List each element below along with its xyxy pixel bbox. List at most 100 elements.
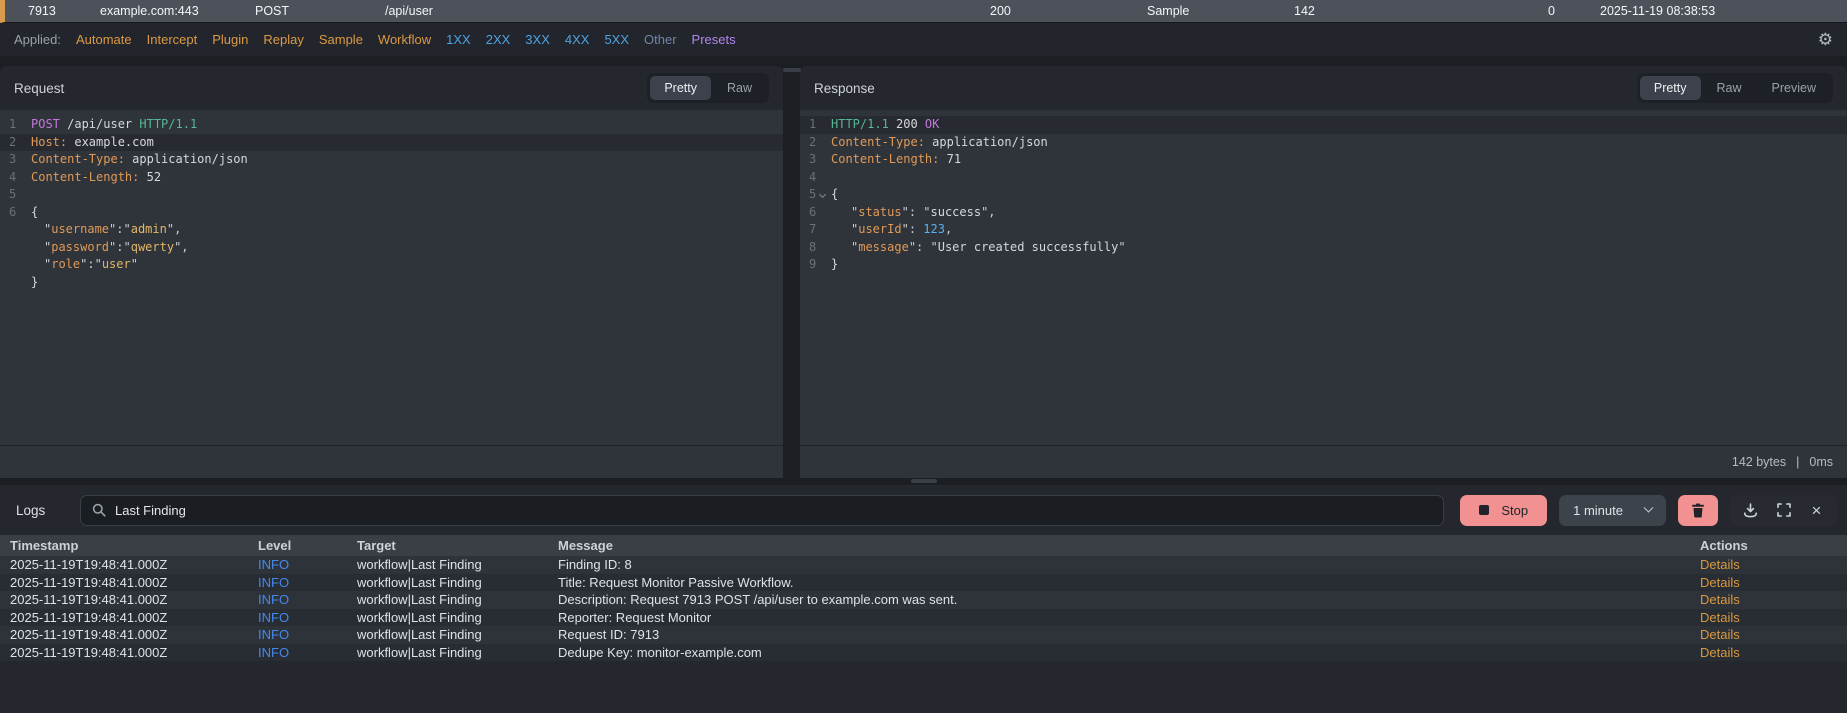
log-table-body: 2025-11-19T19:48:41.000Z INFO workflow|L… [0, 556, 1847, 661]
filter-1xx[interactable]: 1XX [446, 32, 471, 47]
logs-toolbar-group: × [1730, 494, 1837, 526]
code-line: 6 { [0, 204, 783, 222]
response-size: 142 bytes [1731, 455, 1787, 469]
code-line-wrapped: "role":"user" [44, 257, 138, 271]
stop-button[interactable]: Stop [1460, 494, 1548, 526]
code-line-wrapped: "password":"qwerty", [44, 239, 189, 254]
filter-presets[interactable]: Presets [692, 32, 736, 47]
log-message: Reporter: Request Monitor [558, 609, 712, 625]
request-panel-header: Request Pretty Raw [0, 66, 783, 110]
details-link[interactable]: Details [1700, 610, 1847, 625]
filter-2xx[interactable]: 2XX [486, 32, 511, 47]
header-name: Host: [31, 134, 68, 149]
download-button[interactable] [1734, 495, 1767, 526]
json-value: success [930, 204, 982, 219]
details-link[interactable]: Details [1700, 557, 1847, 572]
request-editor[interactable]: 1 POST /api/user HTTP/1.1 2 Host: exampl… [0, 110, 783, 445]
filter-workflow[interactable]: Workflow [378, 32, 431, 47]
filter-5xx[interactable]: 5XX [604, 32, 629, 47]
fold-chevron-icon[interactable] [818, 190, 827, 199]
col-level: Level [258, 538, 292, 553]
json-value: User created successfully [937, 239, 1119, 254]
close-button[interactable]: × [1800, 495, 1833, 526]
line-number: 6 [9, 204, 17, 219]
fullscreen-button[interactable] [1767, 495, 1800, 526]
line-number: 3 [9, 152, 17, 166]
logs-panel: Logs Stop 1 minute [0, 485, 1847, 713]
details-link[interactable]: Details [1700, 575, 1847, 590]
response-tab-pretty[interactable]: Pretty [1639, 76, 1701, 100]
col-actions: Actions [1700, 538, 1748, 553]
log-target: workflow|Last Finding [357, 644, 482, 660]
log-target: workflow|Last Finding [357, 609, 482, 625]
http-path: /api/user [59, 117, 133, 131]
header-name: Content-Length: [831, 152, 940, 166]
response-view-toggle: Pretty Raw Preview [1636, 73, 1833, 103]
stop-icon [1479, 505, 1490, 515]
interval-select[interactable]: 1 minute [1559, 494, 1666, 526]
code-line: 3 Content-Type: application/json [0, 151, 783, 169]
request-tab-pretty[interactable]: Pretty [650, 76, 711, 100]
response-editor[interactable]: 1 HTTP/1.1 200 OK 2 Content-Type: applic… [800, 110, 1847, 445]
filter-sample[interactable]: Sample [319, 32, 363, 47]
details-link[interactable]: Details [1700, 592, 1847, 607]
log-row: 2025-11-19T19:48:41.000Z INFO workflow|L… [0, 608, 1847, 626]
download-icon [1744, 502, 1757, 517]
col-timestamp: Timestamp [10, 538, 79, 553]
request-panel-footer [0, 445, 783, 478]
log-message: Title: Request Monitor Passive Workflow. [558, 574, 794, 590]
log-timestamp: 2025-11-19T19:48:41.000Z [10, 574, 168, 590]
http-method: POST [31, 117, 60, 131]
filter-plugin[interactable]: Plugin [212, 32, 248, 47]
json-key: userId [858, 222, 902, 236]
details-link[interactable]: Details [1700, 645, 1847, 660]
splitter-handle[interactable] [782, 68, 801, 72]
filter-automate[interactable]: Automate [76, 32, 132, 47]
log-level: INFO [258, 609, 290, 625]
response-panel-header: Response Pretty Raw Preview [800, 66, 1847, 110]
status-code: 200 [888, 117, 918, 131]
code-line-wrapped: "username":"admin", [44, 222, 182, 236]
settings-gear-icon[interactable]: ⚙ [1818, 31, 1833, 48]
filter-4xx[interactable]: 4XX [565, 32, 590, 47]
line-number: 4 [809, 169, 817, 184]
filter-replay[interactable]: Replay [263, 32, 303, 47]
response-time: 0ms [1809, 455, 1833, 469]
line-number: 2 [9, 134, 17, 149]
row-method: POST [255, 4, 290, 18]
log-timestamp: 2025-11-19T19:48:41.000Z [10, 557, 168, 573]
row-source: Sample [1147, 4, 1190, 18]
code-line-active: 1 HTTP/1.1 200 OK [800, 116, 1847, 134]
clear-logs-button[interactable] [1678, 494, 1718, 526]
footer-separator: | [1796, 455, 1800, 469]
filter-other[interactable]: Other [644, 32, 677, 47]
details-link[interactable]: Details [1700, 627, 1847, 642]
log-level: INFO [258, 557, 290, 573]
line-number: 7 [809, 222, 817, 236]
json-brace: { [31, 204, 39, 219]
logs-search-input[interactable] [115, 502, 1433, 518]
trash-icon [1692, 503, 1704, 517]
response-tab-preview[interactable]: Preview [1758, 76, 1830, 100]
line-number: 3 [809, 152, 817, 166]
log-timestamp: 2025-11-19T19:48:41.000Z [10, 644, 168, 660]
filter-3xx[interactable]: 3XX [525, 32, 550, 47]
request-view-toggle: Pretty Raw [647, 73, 769, 103]
row-timestamp: 2025-11-19 08:38:53 [1600, 4, 1716, 18]
line-number: 2 [809, 134, 817, 149]
splitter-handle[interactable] [910, 479, 937, 483]
filter-intercept[interactable]: Intercept [147, 32, 198, 47]
log-target: workflow|Last Finding [357, 592, 482, 608]
request-tab-raw[interactable]: Raw [713, 76, 766, 100]
log-row: 2025-11-19T19:48:41.000Z INFO workflow|L… [0, 591, 1847, 609]
http-protocol: HTTP/1.1 [831, 117, 889, 131]
json-value: admin [130, 222, 167, 236]
code-line-active: 2 Host: example.com [0, 133, 783, 151]
log-message: Request ID: 7913 [558, 627, 660, 643]
log-level: INFO [258, 644, 290, 660]
http-history-selected-row[interactable]: 7913 example.com:443 POST /api/user 200 … [0, 0, 1847, 23]
code-line: 5 { [800, 186, 1847, 204]
close-icon: × [1811, 500, 1822, 520]
response-tab-raw[interactable]: Raw [1703, 76, 1756, 100]
log-target: workflow|Last Finding [357, 557, 482, 573]
